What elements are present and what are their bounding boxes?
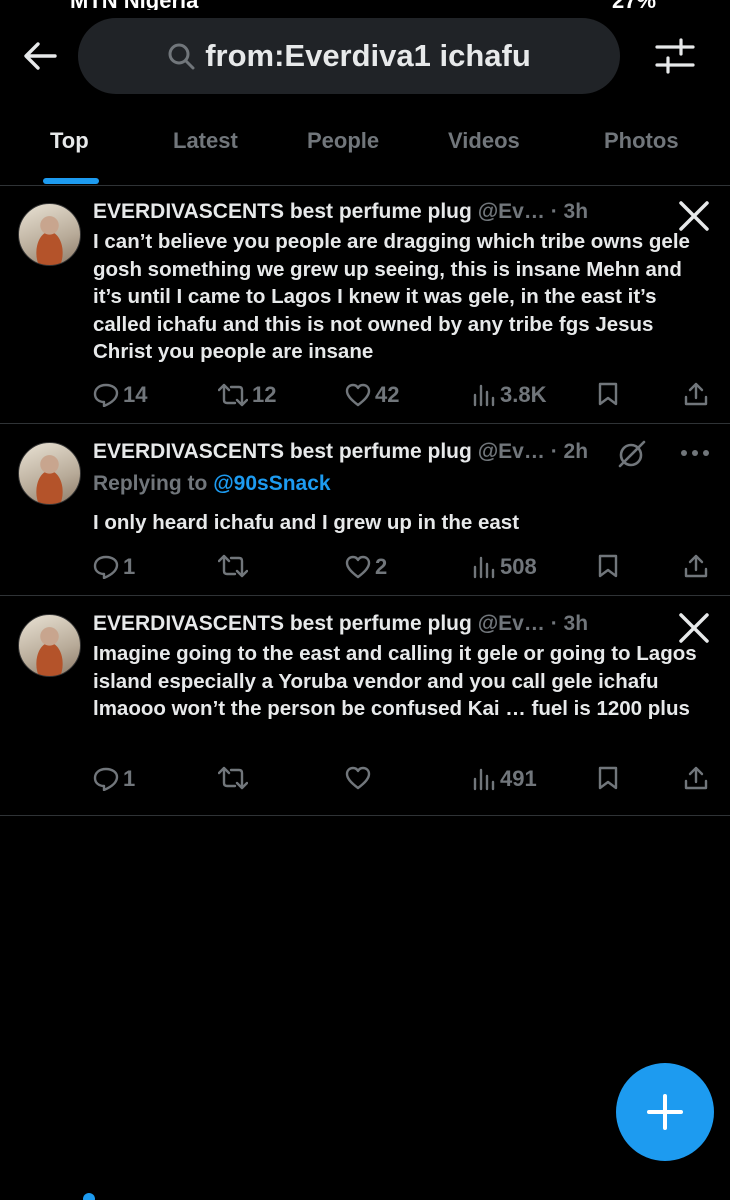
retweet-button[interactable]: 12 (218, 382, 276, 408)
replying-to: Replying to @90sSnack (93, 472, 331, 496)
retweet-button[interactable] (218, 554, 252, 578)
reply-button[interactable]: 14 (93, 382, 147, 408)
retweet-icon (218, 383, 248, 407)
retweet-count: 12 (252, 382, 277, 407)
share-icon (684, 766, 708, 790)
replying-to-handle[interactable]: @90sSnack (213, 472, 330, 495)
search-input[interactable]: from:Everdiva1 ichafu (78, 18, 620, 94)
share-icon (684, 382, 708, 406)
heart-icon (345, 766, 371, 790)
like-button[interactable] (345, 766, 375, 790)
share-icon (684, 554, 708, 578)
replying-to-label: Replying to (93, 472, 208, 495)
tweet-time: · 2h (550, 440, 589, 463)
bookmark-button[interactable] (597, 382, 619, 406)
tab-videos[interactable]: Videos (448, 108, 520, 186)
retweet-icon (218, 554, 248, 578)
share-button[interactable] (684, 382, 708, 406)
views-button[interactable]: 3.8K (472, 382, 546, 408)
reply-icon (93, 555, 119, 579)
reply-icon (93, 383, 119, 407)
reply-count: 1 (123, 766, 136, 791)
carrier-label: MTN Nigeria (70, 0, 198, 10)
bookmark-button[interactable] (597, 766, 619, 790)
battery-label: 27% (612, 0, 656, 10)
bookmark-icon (598, 382, 618, 406)
author-handle[interactable]: @Ev… (478, 200, 545, 223)
tab-photos[interactable]: Photos (604, 108, 679, 186)
back-arrow-icon (24, 42, 57, 70)
bookmark-icon (598, 554, 618, 578)
search-icon (168, 43, 195, 70)
reply-button[interactable]: 1 (93, 766, 135, 792)
tweet-header: EVERDIVASCENTS best perfume plug @Ev… · … (93, 440, 588, 464)
grok-icon[interactable] (614, 436, 650, 472)
share-button[interactable] (684, 554, 708, 578)
plus-icon (647, 1094, 683, 1130)
author-name[interactable]: EVERDIVASCENTS best perfume plug (93, 200, 472, 223)
tweet[interactable]: EVERDIVASCENTS best perfume plug @Ev… · … (0, 424, 730, 596)
tweet-time: · 3h (550, 200, 589, 223)
heart-icon (345, 555, 371, 579)
search-query: from:Everdiva1 ichafu (205, 38, 531, 73)
like-button[interactable]: 42 (345, 382, 399, 408)
retweet-icon (218, 766, 248, 790)
reply-count: 1 (123, 554, 136, 579)
tab-latest[interactable]: Latest (173, 108, 238, 186)
avatar[interactable] (18, 203, 81, 266)
like-button[interactable]: 2 (345, 554, 387, 580)
filter-sliders-icon (655, 38, 695, 74)
tab-top[interactable]: Top (50, 108, 89, 186)
compose-button[interactable] (616, 1063, 714, 1161)
tweet[interactable]: EVERDIVASCENTS best perfume plug @Ev… · … (0, 186, 730, 424)
status-bar: MTN Nigeria 27% (0, 0, 730, 10)
author-name[interactable]: EVERDIVASCENTS best perfume plug (93, 612, 472, 635)
search-header: from:Everdiva1 ichafu (0, 14, 730, 98)
bookmark-button[interactable] (597, 554, 619, 578)
share-button[interactable] (684, 766, 708, 790)
heart-icon (345, 383, 371, 407)
views-chart-icon (473, 384, 495, 407)
tab-people[interactable]: People (307, 108, 379, 186)
like-count: 2 (375, 554, 388, 579)
bookmark-icon (598, 766, 618, 790)
avatar[interactable] (18, 442, 81, 505)
like-count: 42 (375, 382, 400, 407)
reply-count: 14 (123, 382, 148, 407)
author-handle[interactable]: @Ev… (478, 440, 545, 463)
views-button[interactable]: 508 (472, 554, 537, 580)
tweet-header: EVERDIVASCENTS best perfume plug @Ev… · … (93, 612, 588, 636)
active-tab-indicator (43, 178, 99, 184)
reply-button[interactable]: 1 (93, 554, 135, 580)
retweet-button[interactable] (218, 766, 252, 790)
reply-icon (93, 767, 119, 791)
tweet-text: Imagine going to the east and calling it… (93, 642, 697, 720)
view-count: 508 (500, 554, 537, 579)
avatar[interactable] (18, 614, 81, 677)
author-name[interactable]: EVERDIVASCENTS best perfume plug (93, 440, 472, 463)
notification-dot (83, 1193, 95, 1200)
views-chart-icon (473, 556, 495, 579)
author-handle[interactable]: @Ev… (478, 612, 545, 635)
back-button[interactable] (18, 34, 62, 78)
views-button[interactable]: 491 (472, 766, 537, 792)
tweet[interactable]: EVERDIVASCENTS best perfume plug @Ev… · … (0, 596, 730, 816)
tweet-text: I only heard ichafu and I grew up in the… (93, 511, 520, 534)
view-count: 3.8K (500, 382, 547, 407)
search-tabs: Top Latest People Videos Photos (0, 108, 730, 186)
views-chart-icon (473, 768, 495, 791)
more-options-icon[interactable] (678, 436, 712, 470)
view-count: 491 (500, 766, 537, 791)
tweet-header: EVERDIVASCENTS best perfume plug @Ev… · … (93, 200, 588, 224)
tweet-time: · 3h (550, 612, 589, 635)
search-filters-button[interactable] (650, 34, 700, 78)
tweet-text: I can’t believe you people are dragging … (93, 230, 690, 363)
